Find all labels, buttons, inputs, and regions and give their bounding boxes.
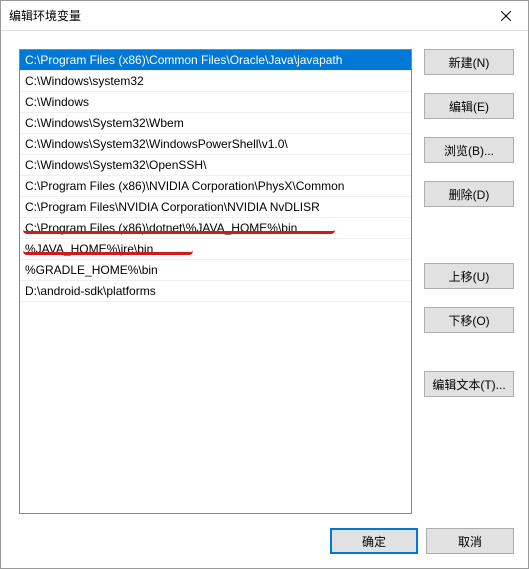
list-item[interactable]: %GRADLE_HOME%\bin — [20, 260, 411, 281]
list-item[interactable]: D:\android-sdk\platforms — [20, 281, 411, 302]
list-item[interactable]: %JAVA_HOME%\jre\bin — [20, 239, 411, 260]
close-button[interactable] — [483, 1, 528, 31]
list-item[interactable]: C:\Program Files (x86)\NVIDIA Corporatio… — [20, 176, 411, 197]
edittext-button[interactable]: 编辑文本(T)... — [424, 371, 514, 397]
list-item[interactable]: C:\Windows\System32\OpenSSH\ — [20, 155, 411, 176]
new-button[interactable]: 新建(N) — [424, 49, 514, 75]
delete-button[interactable]: 删除(D) — [424, 181, 514, 207]
list-item[interactable]: C:\Windows\System32\WindowsPowerShell\v1… — [20, 134, 411, 155]
list-item[interactable]: C:\Windows\System32\Wbem — [20, 113, 411, 134]
edit-button[interactable]: 编辑(E) — [424, 93, 514, 119]
path-listbox[interactable]: C:\Program Files (x86)\Common Files\Orac… — [19, 49, 412, 514]
titlebar: 编辑环境变量 — [1, 1, 528, 31]
browse-button[interactable]: 浏览(B)... — [424, 137, 514, 163]
dialog-footer: 确定 取消 — [19, 514, 514, 554]
list-item[interactable]: C:\Windows\system32 — [20, 71, 411, 92]
close-icon — [501, 11, 511, 21]
list-item[interactable]: C:\Windows — [20, 92, 411, 113]
window-title: 编辑环境变量 — [9, 7, 81, 24]
movedown-button[interactable]: 下移(O) — [424, 307, 514, 333]
ok-button[interactable]: 确定 — [330, 528, 418, 554]
edit-env-var-dialog: 编辑环境变量 C:\Program Files (x86)\Common Fil… — [0, 0, 529, 569]
cancel-button[interactable]: 取消 — [426, 528, 514, 554]
dialog-body: C:\Program Files (x86)\Common Files\Orac… — [1, 31, 528, 568]
list-item[interactable]: C:\Program Files (x86)\Common Files\Orac… — [20, 50, 411, 71]
main-row: C:\Program Files (x86)\Common Files\Orac… — [19, 49, 514, 514]
list-item[interactable]: C:\Program Files (x86)\dotnet\%JAVA_HOME… — [20, 218, 411, 239]
side-button-column: 新建(N) 编辑(E) 浏览(B)... 删除(D) 上移(U) 下移(O) 编… — [424, 49, 514, 514]
moveup-button[interactable]: 上移(U) — [424, 263, 514, 289]
list-item[interactable]: C:\Program Files\NVIDIA Corporation\NVID… — [20, 197, 411, 218]
